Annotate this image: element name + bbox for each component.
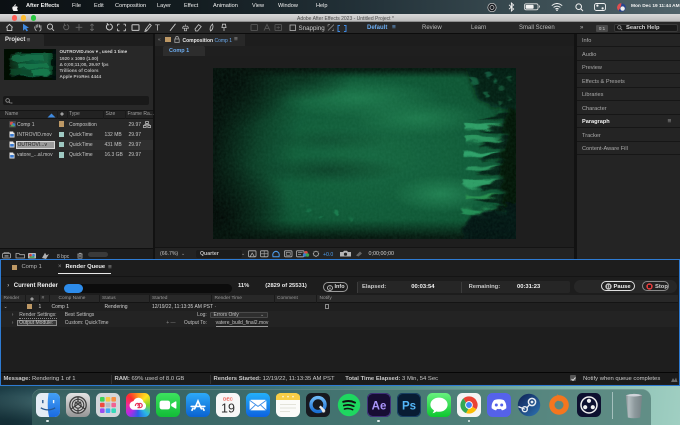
svg-text:19: 19 xyxy=(221,401,235,415)
svg-text:T: T xyxy=(155,24,160,32)
svg-text:+0.0: +0.0 xyxy=(323,252,333,258)
svg-text:Ps: Ps xyxy=(402,400,416,412)
svg-text:8 bpc: 8 bpc xyxy=(57,253,70,258)
svg-text:Ae: Ae xyxy=(371,400,386,412)
svg-text:Snapping: Snapping xyxy=(299,25,326,32)
